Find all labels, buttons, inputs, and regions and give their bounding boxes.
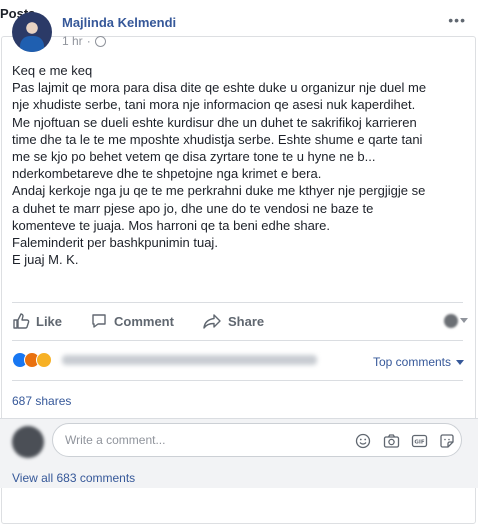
- viewer-avatar[interactable]: [444, 314, 458, 328]
- view-all-comments-link[interactable]: View all 683 comments: [12, 471, 135, 485]
- like-label: Like: [36, 313, 63, 329]
- comment-bubble-icon: [92, 314, 106, 328]
- like-button[interactable]: Like: [12, 312, 62, 330]
- divider: [12, 302, 463, 303]
- sticker-icon[interactable]: [438, 432, 456, 450]
- divider: [12, 340, 463, 341]
- author-name[interactable]: Majlinda Kelmendi: [62, 15, 176, 30]
- action-bar: Like Comment Share: [0, 306, 478, 336]
- share-arrow-icon: [203, 314, 221, 329]
- thumbs-up-icon: [13, 313, 30, 329]
- camera-icon[interactable]: [382, 432, 400, 450]
- reactions-summary[interactable]: [12, 352, 317, 368]
- post-line: Keq e me keq: [12, 63, 93, 78]
- more-options-icon[interactable]: •••: [448, 12, 466, 28]
- author-avatar[interactable]: [12, 12, 52, 52]
- globe-icon[interactable]: [94, 35, 106, 47]
- viewer-caret-icon[interactable]: [460, 318, 468, 323]
- gif-icon[interactable]: GIF: [410, 432, 428, 450]
- comment-button[interactable]: Comment: [90, 312, 174, 330]
- top-comments-dropdown[interactable]: Top comments: [373, 355, 464, 369]
- top-comments-label: Top comments: [372, 355, 451, 369]
- reactor-names-blurred: [62, 355, 317, 365]
- post-line: a duhet te marr pjese apo jo, dhe une do…: [12, 200, 374, 216]
- svg-text:GIF: GIF: [414, 440, 425, 446]
- comment-tools: GIF: [354, 432, 456, 450]
- post-body: Keq e me keq Pas lajmit qe mora para dis…: [12, 62, 467, 268]
- post-line: Andaj kerkoje nga ju qe te me perkrahni …: [12, 183, 426, 199]
- post-line: me se kjo po behet vetem qe disa zyrtare…: [12, 149, 376, 165]
- post-line: time dhe ta le te me mposhte xhudistja s…: [12, 131, 423, 147]
- chevron-down-icon: [456, 359, 464, 365]
- emoji-icon[interactable]: [354, 432, 372, 450]
- post-time[interactable]: 1 hr: [62, 34, 83, 48]
- post-meta: 1 hr ·: [62, 34, 106, 48]
- post-line: nje xhudiste serbe, tani mora nje inform…: [12, 97, 416, 113]
- post-line: komenteve te juaja. Mos harroni qe ta be…: [12, 217, 330, 233]
- post-line: nderkombetareve dhe te shpetojne nga kri…: [12, 166, 322, 182]
- share-label: Share: [228, 313, 265, 329]
- divider: [12, 380, 463, 381]
- wow-reaction-icon: [36, 352, 52, 368]
- comment-label: Comment: [114, 313, 174, 329]
- shares-count[interactable]: 687 shares: [12, 394, 71, 408]
- share-button[interactable]: Share: [202, 312, 264, 330]
- post-line: Pas lajmit qe mora para disa dite qe esh…: [12, 80, 427, 96]
- post-line: Me njoftuan se dueli eshte kurdisur dhe …: [12, 114, 417, 130]
- post-line: E juaj M. K.: [12, 252, 79, 268]
- current-user-avatar: [12, 426, 44, 458]
- post-line: Faleminderit per bashkpunimin tuaj.: [12, 235, 218, 251]
